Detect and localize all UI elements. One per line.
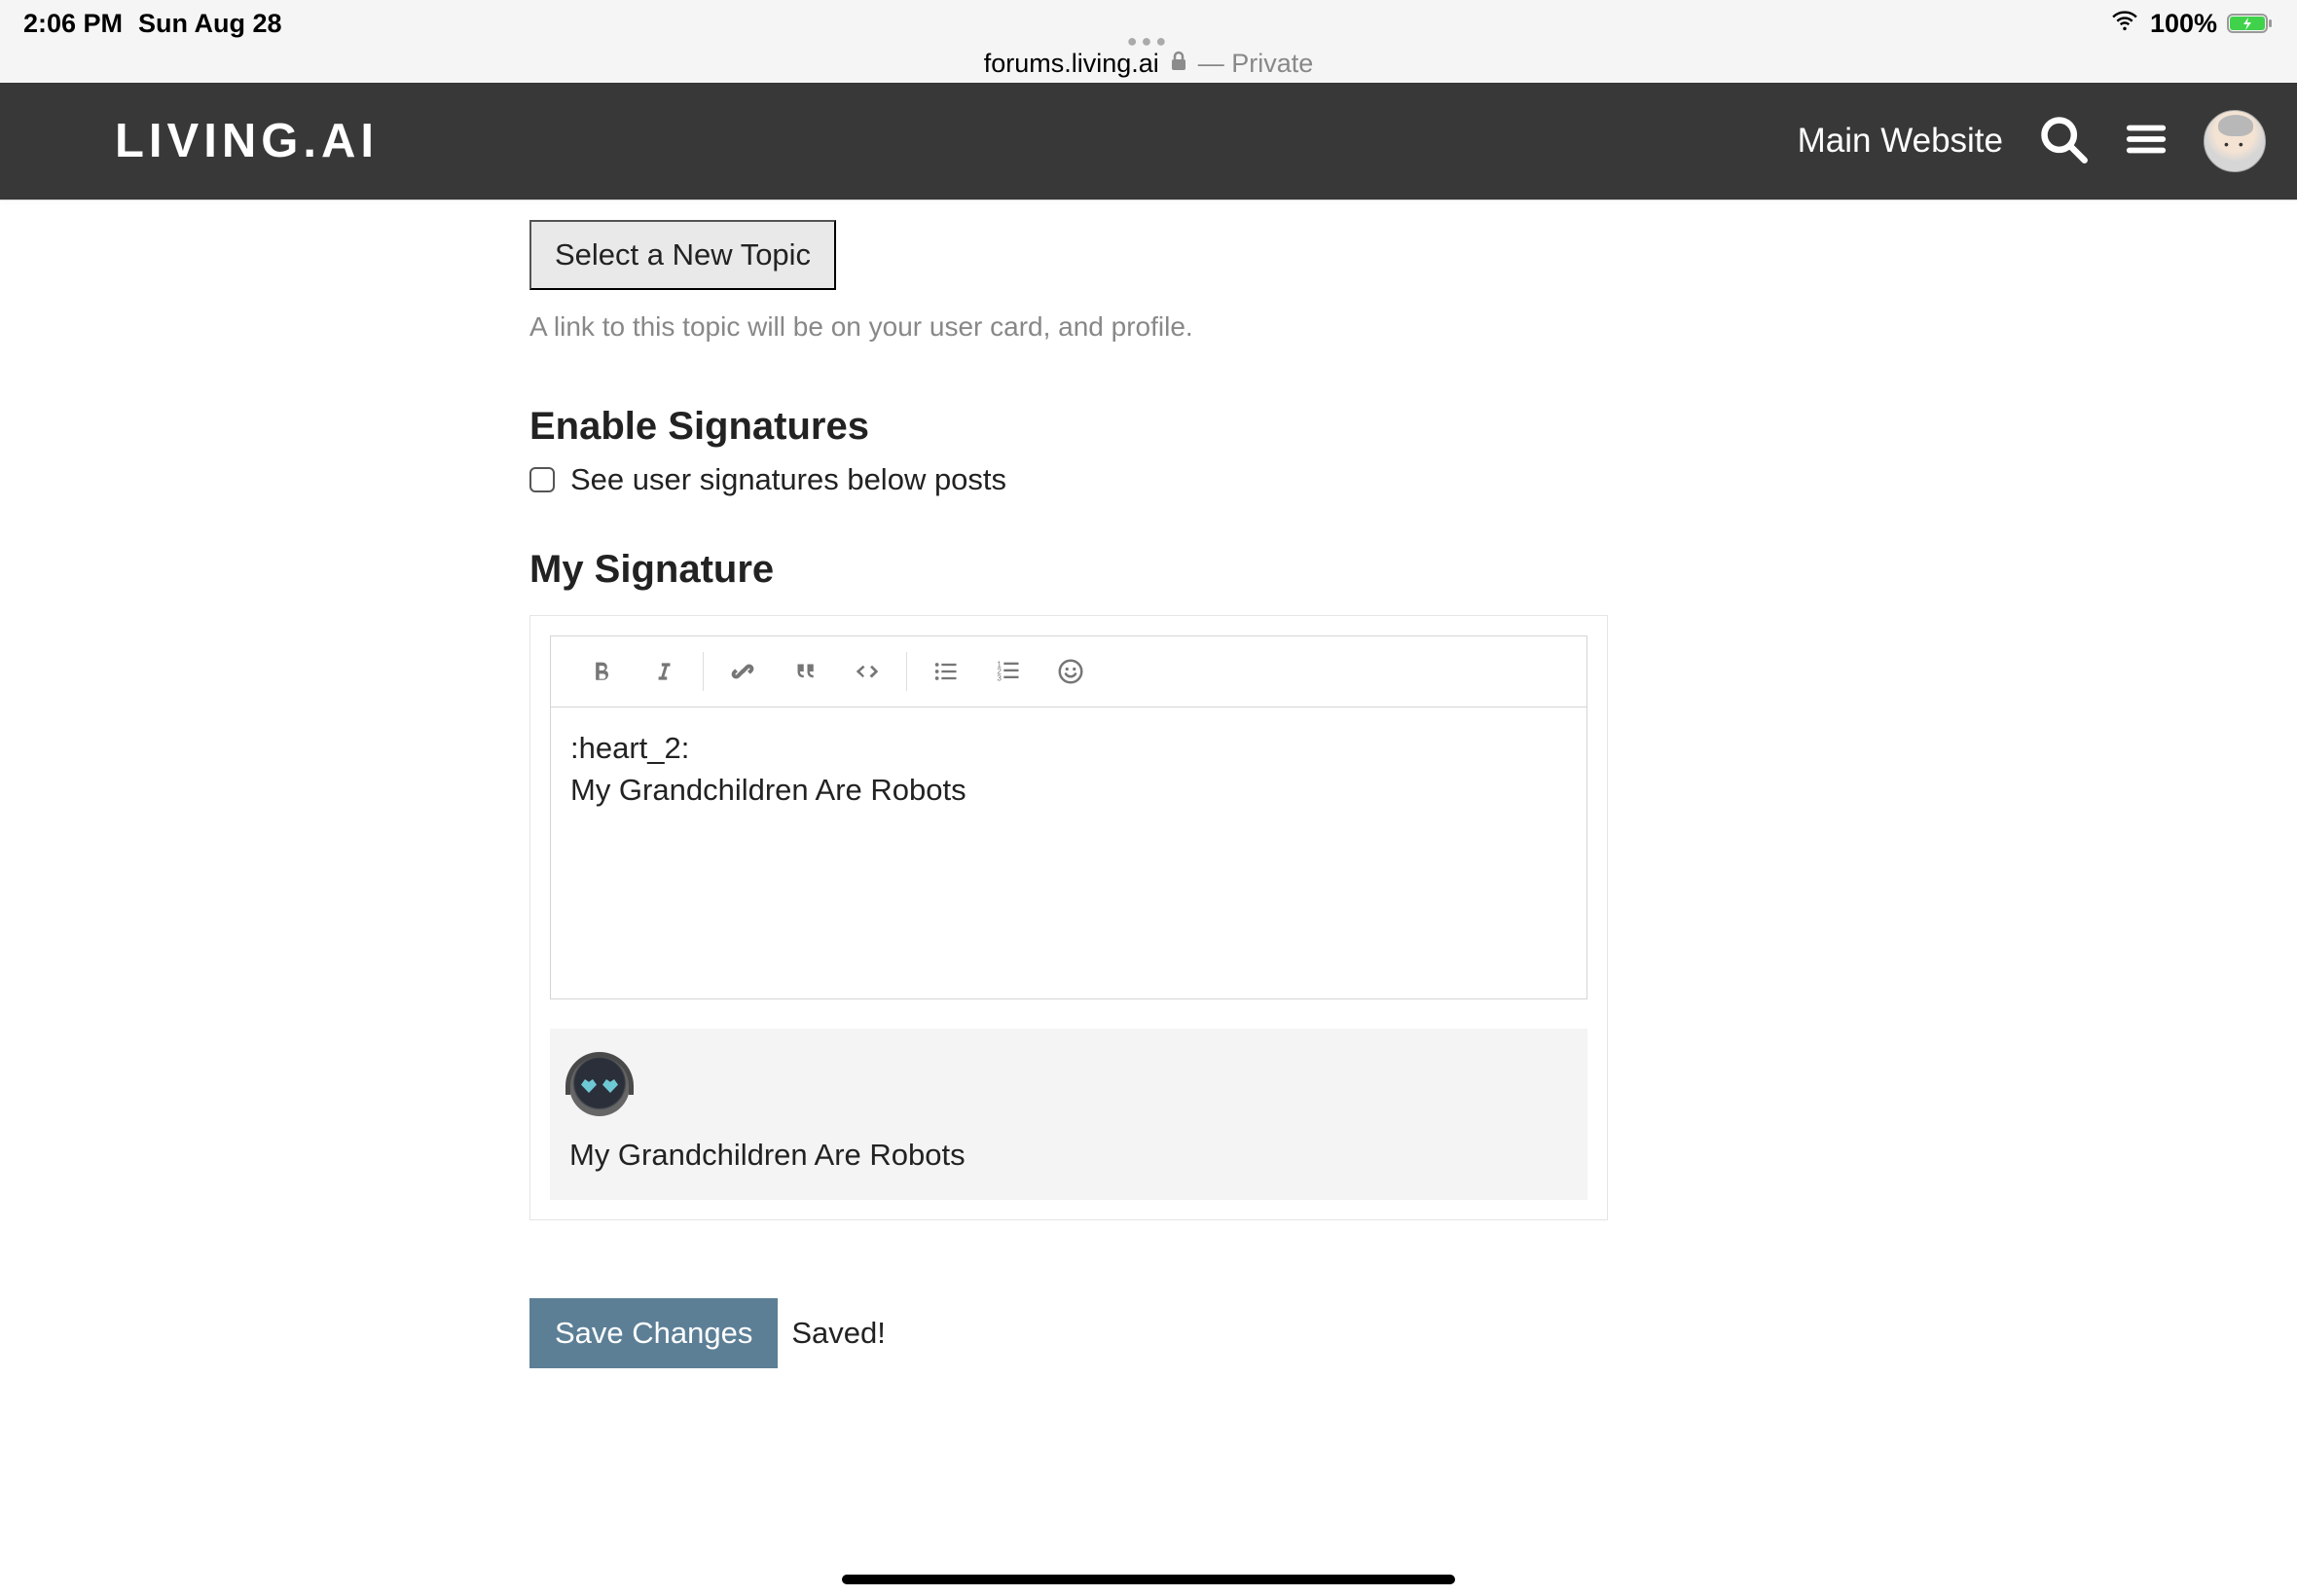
battery-icon	[2227, 12, 2274, 35]
bullet-list-icon[interactable]	[915, 642, 977, 701]
save-changes-button[interactable]: Save Changes	[529, 1298, 778, 1368]
my-signature-heading: My Signature	[529, 548, 1608, 592]
search-icon[interactable]	[2038, 114, 2089, 169]
italic-icon[interactable]	[633, 642, 695, 701]
safari-domain: forums.living.ai	[984, 49, 1159, 79]
see-signatures-label[interactable]: See user signatures below posts	[570, 462, 1006, 497]
enable-signatures-heading: Enable Signatures	[529, 405, 1608, 449]
editor-toolbar: 123	[550, 635, 1587, 707]
heart-2-emoji-icon	[569, 1056, 630, 1116]
site-header: LIVING.AI Main Website	[0, 83, 2297, 200]
emoji-icon[interactable]	[1039, 642, 1102, 701]
topic-helper-text: A link to this topic will be on your use…	[529, 311, 1608, 343]
numbered-list-icon[interactable]: 123	[977, 642, 1039, 701]
status-date: Sun Aug 28	[138, 9, 282, 39]
quote-icon[interactable]	[774, 642, 836, 701]
link-icon[interactable]	[711, 642, 774, 701]
toolbar-separator	[906, 652, 907, 691]
lock-icon	[1169, 51, 1188, 78]
select-new-topic-button[interactable]: Select a New Topic	[529, 220, 836, 290]
bold-icon[interactable]	[570, 642, 633, 701]
signature-editor-container: 123 :heart_2: My Grandchildren Are Robot…	[529, 615, 1608, 1220]
svg-text:3: 3	[997, 673, 1002, 682]
main-website-link[interactable]: Main Website	[1798, 122, 2003, 161]
safari-tabs-dots-icon: ●●●	[1127, 35, 1171, 47]
menu-icon[interactable]	[2124, 117, 2169, 166]
signature-preview-text: My Grandchildren Are Robots	[569, 1138, 1568, 1173]
code-icon[interactable]	[836, 642, 898, 701]
safari-private-label: — Private	[1198, 49, 1314, 79]
safari-address-bar[interactable]: ●●● forums.living.ai — Private	[0, 47, 2297, 83]
home-indicator[interactable]	[842, 1575, 1455, 1584]
toolbar-separator	[703, 652, 704, 691]
wifi-icon	[2109, 9, 2140, 39]
signature-editor-textarea[interactable]: :heart_2: My Grandchildren Are Robots	[550, 707, 1587, 999]
signature-preview: My Grandchildren Are Robots	[550, 1029, 1587, 1200]
save-status-text: Saved!	[791, 1316, 886, 1351]
status-time: 2:06 PM	[23, 9, 123, 39]
battery-percent: 100%	[2150, 9, 2217, 39]
site-logo[interactable]: LIVING.AI	[115, 114, 379, 168]
main-content: Select a New Topic A link to this topic …	[529, 200, 1608, 1368]
user-avatar[interactable]	[2204, 110, 2266, 172]
see-signatures-checkbox[interactable]	[529, 467, 555, 492]
